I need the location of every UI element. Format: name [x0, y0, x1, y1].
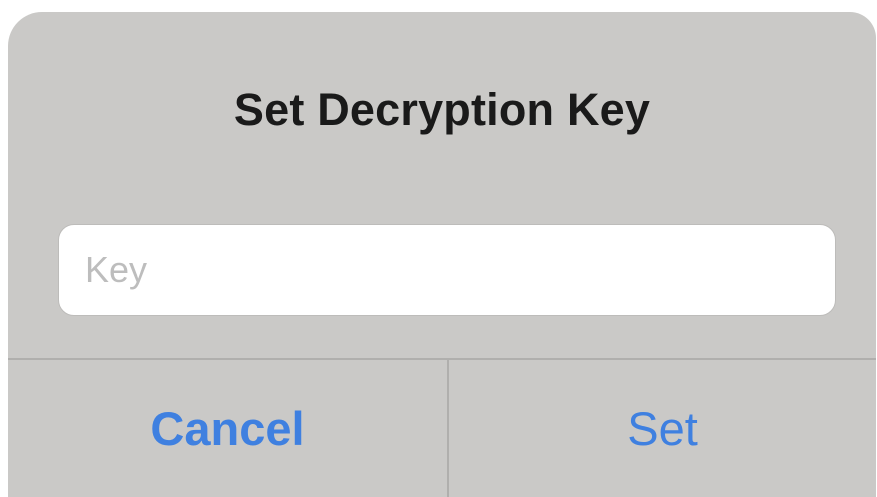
set-button-label: Set	[627, 402, 698, 455]
key-input[interactable]	[58, 224, 836, 316]
cancel-button-label: Cancel	[150, 402, 305, 455]
page: Set Decryption Key Cancel Set	[0, 0, 877, 497]
cancel-button[interactable]: Cancel	[8, 360, 447, 497]
decryption-key-dialog: Set Decryption Key Cancel Set	[8, 12, 876, 497]
dialog-title: Set Decryption Key	[233, 84, 651, 135]
set-button[interactable]: Set	[449, 360, 876, 497]
